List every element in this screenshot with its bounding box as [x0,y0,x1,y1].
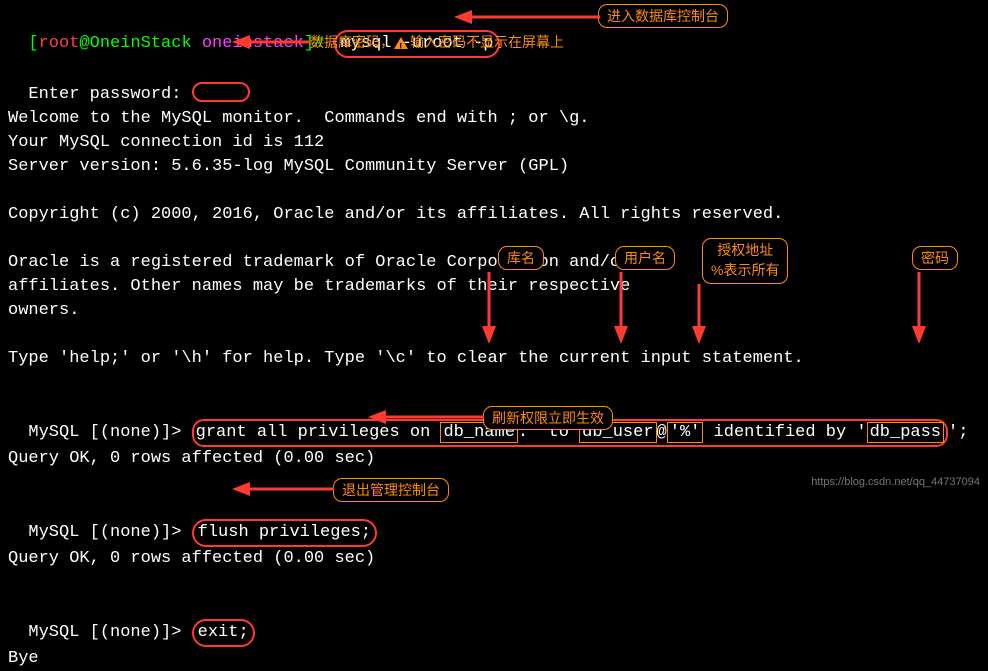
callout-password: 密码 [912,246,958,270]
oracle-line-3: owners. [8,299,980,323]
oracle-line-1: Oracle is a registered trademark of Orac… [8,251,980,275]
flush-line: MySQL [(none)]> flush privileges; [8,495,980,547]
mysql-prompt-1: MySQL [(none)]> [28,423,191,442]
blank-line-4 [8,371,980,395]
blank-line-6 [8,571,980,595]
enter-password-text: Enter password: [28,85,181,104]
help-line: Type 'help;' or '\h' for help. Type '\c'… [8,347,980,371]
welcome-line: Welcome to the MySQL monitor. Commands e… [8,107,980,131]
copyright-line: Copyright (c) 2000, 2016, Oracle and/or … [8,203,980,227]
callout-flush: 刷新权限立即生效 [483,406,613,430]
blank-line-2 [8,227,980,251]
grant-host: '%' [667,422,704,443]
grant-dbpass: db_pass [867,422,944,443]
warn-icon [394,37,408,49]
prompt-user: root [39,34,80,53]
prompt-at: @OneinStack [79,34,201,53]
exit-command: exit; [192,619,255,647]
callout-exit: 退出管理控制台 [333,478,449,502]
callout-grant-host: 授权地址 %表示所有 [702,238,788,284]
blank-line-1 [8,179,980,203]
callout-username: 用户名 [615,246,675,270]
query-ok-1: Query OK, 0 rows affected (0.00 sec) [8,447,980,471]
bracket-open: [ [28,34,38,53]
callout-password-note: 数据库密码，输入密码不显示在屏幕上 [310,32,564,52]
bye-line: Bye [8,647,980,671]
mysql-prompt-2: MySQL [(none)]> [28,523,191,542]
watermark: https://blog.csdn.net/qq_44737094 [811,470,980,494]
password-input-placeholder [192,82,250,102]
prompt-dir: oneinstack [202,34,304,53]
conn-id-line: Your MySQL connection id is 112 [8,131,980,155]
server-version-line: Server version: 5.6.35-log MySQL Communi… [8,155,980,179]
query-ok-2: Query OK, 0 rows affected (0.00 sec) [8,547,980,571]
callout-enter-console: 进入数据库控制台 [598,4,728,28]
mysql-prompt-3: MySQL [(none)]> [28,623,191,642]
callout-dbname: 库名 [498,246,544,270]
enter-password-line: Enter password: [8,58,980,107]
flush-command: flush privileges; [192,519,377,547]
blank-line-3 [8,323,980,347]
oracle-line-2: affiliates. Other names may be trademark… [8,275,980,299]
exit-line: MySQL [(none)]> exit; [8,595,980,647]
